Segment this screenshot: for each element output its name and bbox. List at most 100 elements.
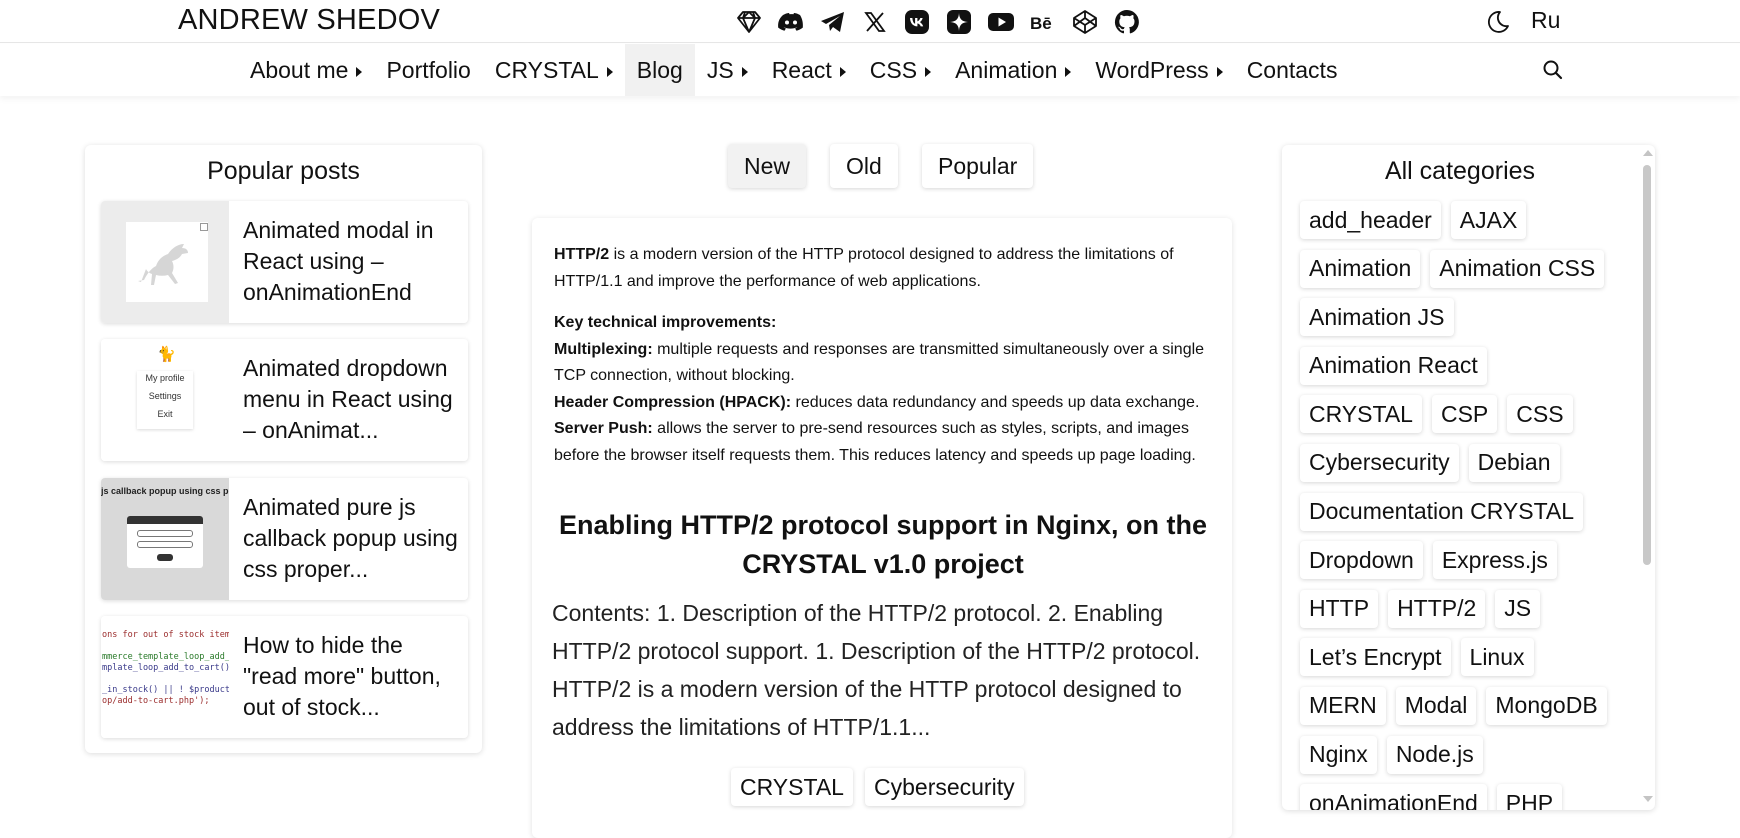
popular-post-card[interactable]: js callback popup using css prop Animate… [101,478,468,600]
scrollbar[interactable] [1639,145,1655,810]
category-row: Animation React [1300,346,1630,396]
thumb-caption: js callback popup using css prop [101,486,229,496]
site-title[interactable]: ANDREW SHEDOV [178,4,440,37]
yandex-zen-icon[interactable] [944,7,974,37]
nav-item-label: Animation [955,56,1058,83]
caret-right-icon [606,67,613,77]
nav-item-label: About me [250,56,349,83]
language-switch[interactable]: Ru [1531,7,1560,34]
menu-preview-item: My profile [145,373,185,383]
nav-item-label: WordPress [1095,56,1209,83]
category-row: Animation Animation CSS [1300,249,1630,299]
codepen-icon[interactable] [1070,7,1100,37]
social-links: Bē [734,6,1142,38]
sort-popular-button[interactable]: Popular [922,144,1034,188]
nav-item-react[interactable]: React [760,44,858,96]
svg-text:Bē: Bē [1030,14,1052,33]
category-tag[interactable]: onAnimationEnd [1300,784,1487,810]
category-tag[interactable]: AJAX [1450,201,1527,239]
category-tag[interactable]: Debian [1468,443,1560,482]
caret-right-icon [925,67,932,77]
vk-icon[interactable] [902,7,932,37]
post-thumbnail: ons for out of stock items mmerce_templa… [101,616,229,738]
category-tag[interactable]: HTTP [1300,589,1379,628]
category-tag[interactable]: HTTP/2 [1388,589,1486,628]
nav-item-css[interactable]: CSS [858,44,943,96]
article-title[interactable]: Enabling HTTP/2 protocol support in Ngin… [548,506,1218,584]
search-icon[interactable] [1540,57,1566,83]
category-tag[interactable]: Animation CSS [1430,249,1605,288]
nav-item-animation[interactable]: Animation [943,44,1083,96]
category-tag[interactable]: CRYSTAL [1300,395,1422,434]
category-tag[interactable]: PHP [1496,784,1563,810]
category-tag[interactable]: Documentation CRYSTAL [1300,492,1584,531]
category-tag[interactable]: JS [1495,589,1541,628]
nav-item-contacts[interactable]: Contacts [1235,44,1350,96]
moon-icon[interactable] [1483,8,1511,36]
category-row: Documentation CRYSTAL [1300,492,1630,542]
category-tag[interactable]: Let’s Encrypt [1300,638,1451,677]
sort-old-button[interactable]: Old [830,144,898,188]
caret-right-icon [356,67,363,77]
nav-item-wordpress[interactable]: WordPress [1083,44,1234,96]
code-line: mmerce_template_loop_add_t [102,652,229,662]
article-tag[interactable]: Cybersecurity [865,768,1024,806]
nav-item-about-me[interactable]: About me [238,44,374,96]
article-tag[interactable]: CRYSTAL [731,768,853,806]
category-tag[interactable]: Animation [1300,249,1421,288]
caret-right-icon [1216,67,1223,77]
category-tag[interactable]: Nginx [1300,735,1377,774]
code-line: _in_stock() || ! $product- [102,685,229,695]
menu-preview-item: Exit [157,409,173,419]
scroll-down-arrow-icon[interactable] [1643,796,1653,802]
nav-items: About me Portfolio CRYSTAL Blog JS React… [238,44,1349,96]
menu-preview-item: Settings [148,391,182,401]
nav-item-label: Blog [636,56,683,83]
nav-item-label: CRYSTAL [494,56,599,83]
scrollbar-thumb[interactable] [1643,165,1651,565]
nav-item-blog[interactable]: Blog [624,44,695,96]
category-tag[interactable]: CSS [1507,395,1573,434]
category-tag[interactable]: Modal [1395,686,1477,725]
nav-item-js[interactable]: JS [695,44,760,96]
youtube-icon[interactable] [986,7,1016,37]
categories-title: All categories [1384,157,1536,185]
category-tag[interactable]: Linux [1460,638,1534,677]
category-tag[interactable]: Animation React [1300,346,1487,385]
category-tag[interactable]: add_header [1300,201,1441,239]
category-tag[interactable]: Node.js [1386,735,1483,774]
sort-new-button[interactable]: New [728,144,807,188]
nav-item-crystal[interactable]: CRYSTAL [483,44,625,96]
behance-icon[interactable]: Bē [1028,7,1058,37]
telegram-icon[interactable] [818,7,848,37]
code-line: mplate_loop_add_to_cart() [102,663,229,673]
modal-preview [126,222,208,302]
popular-post-card[interactable]: ons for out of stock items mmerce_templa… [101,616,468,738]
nav-item-portfolio[interactable]: Portfolio [374,44,482,96]
category-tag[interactable]: Dropdown [1300,541,1423,580]
popular-post-card[interactable]: 🐈 My profile Settings Exit Animated drop… [101,339,468,461]
post-thumbnail: js callback popup using css prop [101,478,229,600]
article-improvements: Key technical improvements: Multiplexing… [554,314,1205,464]
category-tag[interactable]: Animation JS [1300,298,1454,337]
scroll-up-arrow-icon[interactable] [1643,150,1653,156]
category-tag[interactable]: MongoDB [1486,686,1607,725]
popular-posts-title: Popular posts [207,157,360,185]
category-tag[interactable]: CSP [1431,395,1498,434]
category-row: Nginx Node.js [1300,735,1630,785]
category-row: HTTP HTTP/2 JS [1300,589,1630,639]
category-tag[interactable]: MERN [1300,686,1386,725]
x-icon[interactable] [860,7,890,37]
category-row: Dropdown Express.js [1300,541,1630,590]
category-row: Let’s Encrypt Linux [1300,638,1630,687]
horse-icon [138,244,188,285]
category-row: MERN Modal MongoDB [1300,686,1630,736]
category-tag[interactable]: Express.js [1432,541,1557,580]
crystal-icon[interactable] [734,7,764,37]
github-icon[interactable] [1112,7,1142,37]
post-thumbnail: 🐈 My profile Settings Exit [101,339,229,461]
category-tag[interactable]: Cybersecurity [1300,443,1459,482]
discord-icon[interactable] [776,7,806,37]
popular-post-card[interactable]: Animated modal in React using – onAnimat… [101,201,468,323]
article-intro: HTTP/2 is a modern version of the HTTP p… [554,246,1174,290]
